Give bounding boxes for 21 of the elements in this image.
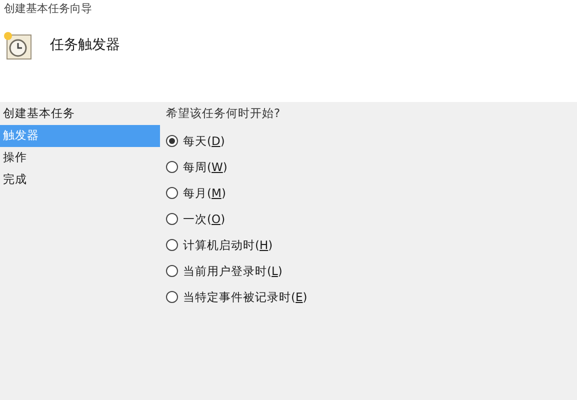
radio-button[interactable]	[166, 239, 178, 252]
radio-label[interactable]: 每天(D)	[183, 132, 225, 150]
page-heading: 任务触发器	[50, 36, 120, 55]
sidebar-item[interactable]: 操作	[0, 147, 160, 169]
radio-label[interactable]: 计算机启动时(H)	[183, 236, 273, 254]
radio-button[interactable]	[166, 161, 178, 174]
radio-button[interactable]	[166, 291, 178, 304]
radio-button[interactable]	[166, 265, 178, 278]
radio-label[interactable]: 每月(M)	[183, 184, 226, 202]
radio-label[interactable]: 当前用户登录时(L)	[183, 262, 282, 280]
window-title: 创建基本任务向导	[3, 1, 92, 17]
radio-label[interactable]: 每周(W)	[183, 158, 228, 176]
sidebar-item[interactable]: 完成	[0, 169, 160, 191]
radio-label[interactable]: 当特定事件被记录时(E)	[183, 288, 308, 306]
clock-icon	[3, 30, 33, 60]
sidebar-item[interactable]: 创建基本任务	[0, 103, 160, 125]
radio-button[interactable]	[166, 135, 178, 148]
radio-button[interactable]	[166, 187, 178, 200]
radio-label[interactable]: 一次(O)	[183, 210, 226, 228]
radio-button[interactable]	[166, 213, 178, 226]
question-text: 希望该任务何时开始?	[166, 105, 282, 122]
